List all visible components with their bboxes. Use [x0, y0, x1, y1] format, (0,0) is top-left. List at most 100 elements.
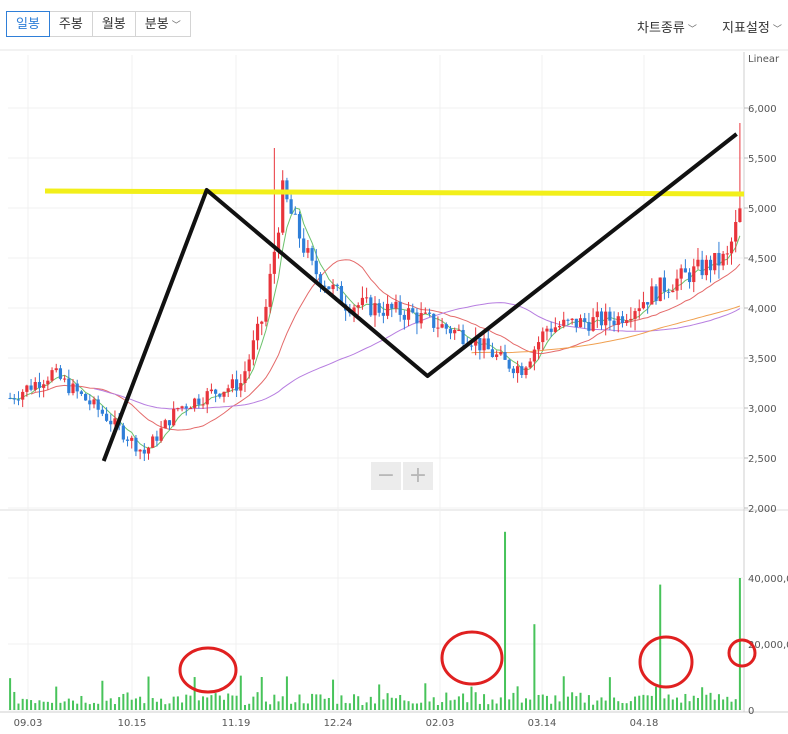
volume-bar [491, 699, 494, 710]
candle-body [130, 437, 134, 441]
volume-bar [84, 702, 87, 710]
candle-body [365, 297, 369, 299]
volume-bar [134, 698, 137, 710]
candle-body [599, 311, 604, 326]
volume-bar [155, 701, 158, 710]
volume-bar [172, 696, 175, 710]
volume-bar [638, 695, 641, 710]
volume-bar [101, 680, 104, 710]
candle-body [696, 259, 700, 267]
trend-zigzag [101, 132, 738, 462]
candle-body [713, 252, 717, 271]
volume-bar [72, 700, 75, 710]
volume-bar [583, 702, 586, 710]
candle-body [209, 389, 214, 392]
time-tick-label: 12.24 [324, 718, 353, 729]
candle-body [104, 413, 109, 421]
volume-bar [118, 697, 121, 710]
price-tick-label: 4,500 [748, 254, 777, 265]
volume-bar [436, 705, 439, 710]
volume-bar [34, 703, 37, 710]
volume-bar [97, 703, 100, 710]
candle-body [549, 328, 553, 332]
candle-body [255, 323, 260, 341]
volume-bar [202, 696, 205, 710]
candle-body [138, 449, 142, 452]
volume-bar [617, 701, 620, 710]
volume-bar [185, 694, 188, 710]
candle-body [482, 338, 486, 351]
candle-body [608, 311, 612, 321]
volume-bar [462, 693, 465, 710]
candle-body [159, 428, 163, 441]
volume-bar [168, 703, 171, 710]
candle-body [528, 361, 532, 368]
candle-body [8, 398, 12, 399]
volume-bar [122, 693, 125, 710]
volume-bar [675, 697, 678, 710]
candle-body [268, 273, 272, 307]
volume-bar [701, 687, 704, 710]
volume-bar [394, 698, 397, 710]
volume-tick-label: 0 [748, 706, 754, 717]
candle-body [310, 248, 314, 261]
candle-body [134, 437, 138, 452]
volume-bar [512, 692, 515, 710]
candle-body [16, 399, 21, 401]
candle-body [214, 389, 218, 394]
volume-bar [327, 697, 330, 710]
price-tick-label: 4,000 [748, 304, 777, 315]
volume-bar [139, 696, 142, 710]
candle-body [67, 378, 71, 394]
candle-body [402, 314, 406, 320]
volume-bar [76, 703, 79, 710]
volume-bar [415, 703, 418, 710]
candle-body [37, 382, 42, 388]
stock-chart[interactable]: Linear 2,000 2,500 3,000 3,500 4,000 4,500 5,00… [0, 0, 788, 734]
volume-bar [667, 694, 670, 710]
candle-body [503, 352, 507, 360]
candle-body [293, 213, 297, 215]
candle-body [461, 329, 465, 344]
volume-bar [558, 701, 561, 710]
volume-bar [59, 702, 62, 710]
candle-body [218, 393, 222, 397]
zoom-out-button[interactable]: − [371, 462, 401, 490]
candle-body [734, 221, 738, 242]
volume-bar [487, 704, 490, 710]
candle-body [721, 253, 725, 266]
time-tick-label: 02.03 [426, 718, 455, 729]
volume-bar [663, 698, 666, 710]
candle-body [314, 260, 318, 275]
volume-bar [374, 703, 376, 710]
volume-bar [92, 702, 95, 710]
candle-body [96, 399, 100, 410]
volume-bar [537, 694, 540, 710]
candle-body [415, 312, 419, 324]
candle-body [125, 439, 130, 441]
volume-bar [428, 701, 431, 710]
candle-body [692, 266, 696, 283]
volume-bar [520, 702, 523, 710]
candle-body [700, 259, 704, 276]
candle-body [511, 368, 516, 374]
tab-daily[interactable]: 일봉 [6, 11, 50, 37]
candle-body [419, 313, 423, 324]
volume-bar [541, 694, 544, 710]
candle-body [507, 359, 511, 369]
volume-bar [386, 693, 389, 710]
candle-body [541, 331, 545, 343]
zoom-in-button[interactable]: + [403, 462, 433, 490]
volume-bar [311, 693, 314, 710]
candle-body [390, 303, 394, 309]
candle-body [33, 382, 37, 390]
candle-body [532, 349, 536, 362]
candle-body [625, 320, 629, 324]
candle-body [453, 330, 457, 334]
volume-bar [239, 675, 242, 710]
volume-bar [449, 700, 452, 710]
zoom-controls: − + [371, 462, 435, 490]
volume-bar [30, 700, 33, 710]
volume-highlight-circle [440, 630, 504, 686]
volume-bar [457, 696, 460, 710]
